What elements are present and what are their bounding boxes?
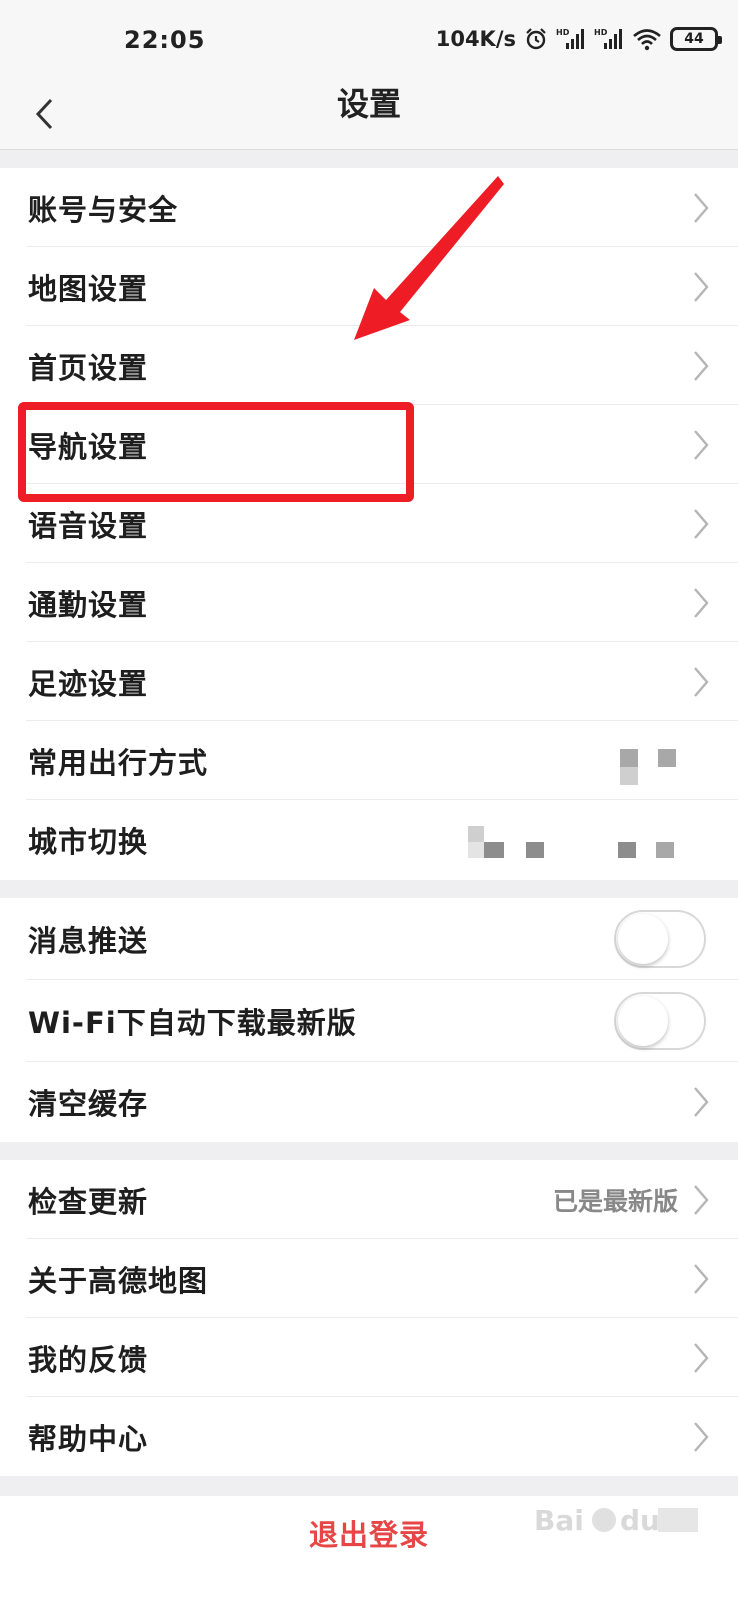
pixelated-value — [468, 826, 698, 858]
settings-item-label: 语音设置 — [28, 508, 149, 543]
chevron-right-icon — [694, 1263, 709, 1294]
settings-item-clear-cache[interactable]: 清空缓存 — [0, 1062, 738, 1142]
settings-item-label: 账号与安全 — [28, 192, 179, 227]
hd-signal-icon: HD — [556, 28, 584, 49]
settings-item-label: 常用出行方式 — [28, 745, 209, 780]
settings-group-toggles: 消息推送 Wi-Fi下自动下载最新版 清空缓存 — [0, 898, 738, 1142]
status-time: 22:05 — [124, 26, 206, 54]
update-status-value: 已是最新版 — [552, 1186, 678, 1216]
chevron-right-icon — [694, 1421, 709, 1452]
hd-signal-icon: HD — [594, 28, 622, 49]
settings-item-label: 我的反馈 — [28, 1342, 149, 1377]
chevron-right-icon — [694, 192, 709, 223]
svg-text:du: du — [620, 1504, 660, 1537]
svg-text:Bai: Bai — [534, 1504, 584, 1537]
settings-item-label: 帮助中心 — [28, 1421, 149, 1456]
svg-text:HD: HD — [594, 28, 608, 37]
settings-item-label: 清空缓存 — [28, 1087, 149, 1121]
chevron-right-icon — [694, 350, 709, 381]
network-speed: 104K/s — [435, 27, 516, 51]
battery-icon: 44 — [670, 27, 722, 51]
watermark-logo-icon: Bai du — [534, 1504, 698, 1537]
settings-item-travel-mode[interactable]: 常用出行方式 — [0, 721, 738, 800]
highlight-box — [18, 402, 414, 502]
settings-item-feedback[interactable]: 我的反馈 — [0, 1318, 738, 1397]
chevron-right-icon — [694, 1087, 709, 1117]
alarm-icon — [526, 28, 546, 50]
wifi-auto-download-toggle[interactable] — [614, 992, 706, 1050]
settings-item-label: 足迹设置 — [28, 666, 149, 701]
settings-item-push-notifications: 消息推送 — [0, 898, 738, 980]
chevron-right-icon — [694, 508, 709, 539]
settings-item-check-update[interactable]: 检查更新 已是最新版 — [0, 1160, 738, 1239]
pixelated-value — [620, 749, 680, 789]
toggle-knob — [618, 914, 668, 964]
chevron-right-icon — [694, 429, 709, 460]
settings-item-commute[interactable]: 通勤设置 — [0, 563, 738, 642]
settings-item-label: Wi-Fi下自动下载最新版 — [28, 1006, 357, 1040]
settings-item-label: 消息推送 — [28, 924, 149, 958]
settings-item-wifi-auto-download: Wi-Fi下自动下载最新版 — [0, 980, 738, 1062]
chevron-right-icon — [694, 1342, 709, 1373]
navigation-bar: 设置 — [0, 78, 738, 150]
chevron-right-icon — [694, 1184, 709, 1215]
settings-item-label: 首页设置 — [28, 350, 149, 385]
toggle-knob — [618, 996, 668, 1046]
settings-item-label: 地图设置 — [28, 271, 149, 306]
settings-item-city-switch[interactable]: 城市切换 — [0, 800, 738, 880]
settings-group-about: 检查更新 已是最新版 关于高德地图 我的反馈 帮助中心 — [0, 1160, 738, 1476]
status-icons: 104K/s HD HD 44 — [435, 24, 722, 54]
settings-item-about-amap[interactable]: 关于高德地图 — [0, 1239, 738, 1318]
settings-item-label: 通勤设置 — [28, 587, 149, 622]
status-bar: 22:05 104K/s HD HD 44 — [0, 0, 738, 78]
settings-item-label: 检查更新 — [28, 1184, 149, 1219]
chevron-right-icon — [694, 271, 709, 302]
page-title: 设置 — [336, 85, 401, 123]
push-notifications-toggle[interactable] — [614, 910, 706, 968]
settings-item-help-center[interactable]: 帮助中心 — [0, 1397, 738, 1476]
settings-item-label: 城市切换 — [28, 825, 149, 859]
chevron-right-icon — [694, 587, 709, 618]
settings-item-footprint[interactable]: 足迹设置 — [0, 642, 738, 721]
wifi-icon — [633, 29, 661, 51]
settings-item-label: 关于高德地图 — [28, 1263, 209, 1298]
chevron-right-icon — [694, 666, 709, 697]
annotation-arrow-icon — [354, 176, 504, 340]
svg-text:HD: HD — [556, 28, 570, 37]
